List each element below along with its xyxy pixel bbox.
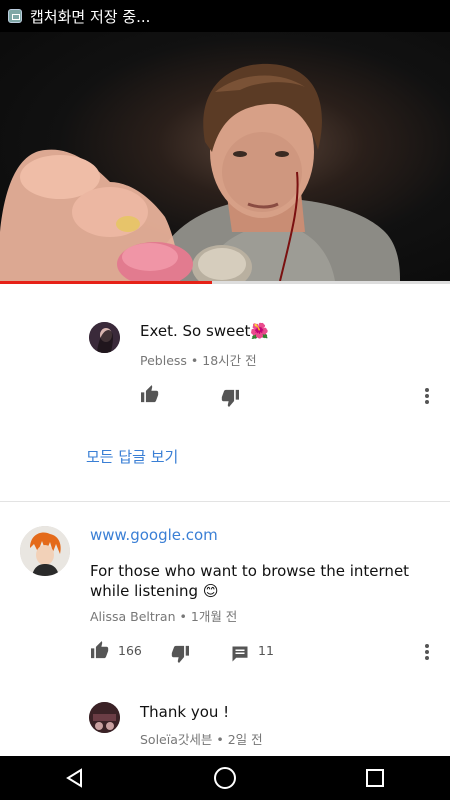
dislike-button[interactable] <box>216 384 244 412</box>
like-button[interactable] <box>136 380 164 408</box>
screenshot-app-icon <box>8 9 22 23</box>
video-player[interactable] <box>0 32 450 281</box>
video-progress-bar[interactable] <box>0 281 450 284</box>
comment-meta: Alissa Beltran • 1개월 전 <box>90 606 237 625</box>
comment-author[interactable]: Alissa Beltran <box>90 609 176 624</box>
avatar[interactable] <box>20 526 70 576</box>
back-triangle-icon <box>66 768 82 788</box>
like-count: 166 <box>118 643 142 658</box>
meta-separator: • <box>216 732 224 747</box>
comment-author[interactable]: Soleïa갓세븐 <box>140 732 212 747</box>
comment-icon <box>232 646 248 662</box>
thumbs-up-icon <box>91 641 109 659</box>
system-nav-bar <box>0 756 450 800</box>
thumbs-down-icon <box>171 645 189 663</box>
recents-square-icon <box>366 769 384 787</box>
back-button[interactable] <box>55 758 95 798</box>
status-bar: 캡처화면 저장 중... <box>0 0 450 32</box>
home-button[interactable] <box>205 758 245 798</box>
thumbs-up-icon <box>141 385 159 403</box>
meta-separator: • <box>190 353 199 368</box>
meta-separator: • <box>179 609 187 624</box>
view-all-replies-link[interactable]: 모든 답글 보기 <box>86 446 178 467</box>
video-progress-fill <box>0 281 212 284</box>
comment-link[interactable]: www.google.com <box>90 526 218 544</box>
like-button[interactable] <box>86 636 114 664</box>
comment-author[interactable]: Pebless <box>140 353 187 368</box>
comment-time: 1개월 전 <box>190 609 238 624</box>
comment-time: 2일 전 <box>227 732 263 747</box>
more-vert-icon[interactable] <box>422 642 432 662</box>
comment-text: Exet. So sweet🌺 <box>140 322 270 340</box>
comment-meta: Soleïa갓세븐 • 2일 전 <box>140 729 263 748</box>
status-bar-text: 캡처화면 저장 중... <box>30 7 151 26</box>
avatar[interactable] <box>89 322 120 353</box>
more-vert-icon[interactable] <box>422 386 432 406</box>
comment-text: For those who want to browse the interne… <box>90 562 410 600</box>
comment-divider <box>0 501 450 502</box>
reply-count: 11 <box>258 643 274 658</box>
comment-meta: Pebless • 18시간 전 <box>140 350 257 369</box>
reply-button[interactable] <box>226 640 254 668</box>
video-frame-image <box>0 63 400 281</box>
avatar[interactable] <box>89 702 120 733</box>
dislike-button[interactable] <box>166 640 194 668</box>
comment-time: 18시간 전 <box>202 353 257 368</box>
thumbs-down-icon <box>221 389 239 407</box>
comment-text: Thank you ! <box>140 703 230 721</box>
recents-button[interactable] <box>355 758 395 798</box>
home-circle-icon <box>214 767 236 789</box>
